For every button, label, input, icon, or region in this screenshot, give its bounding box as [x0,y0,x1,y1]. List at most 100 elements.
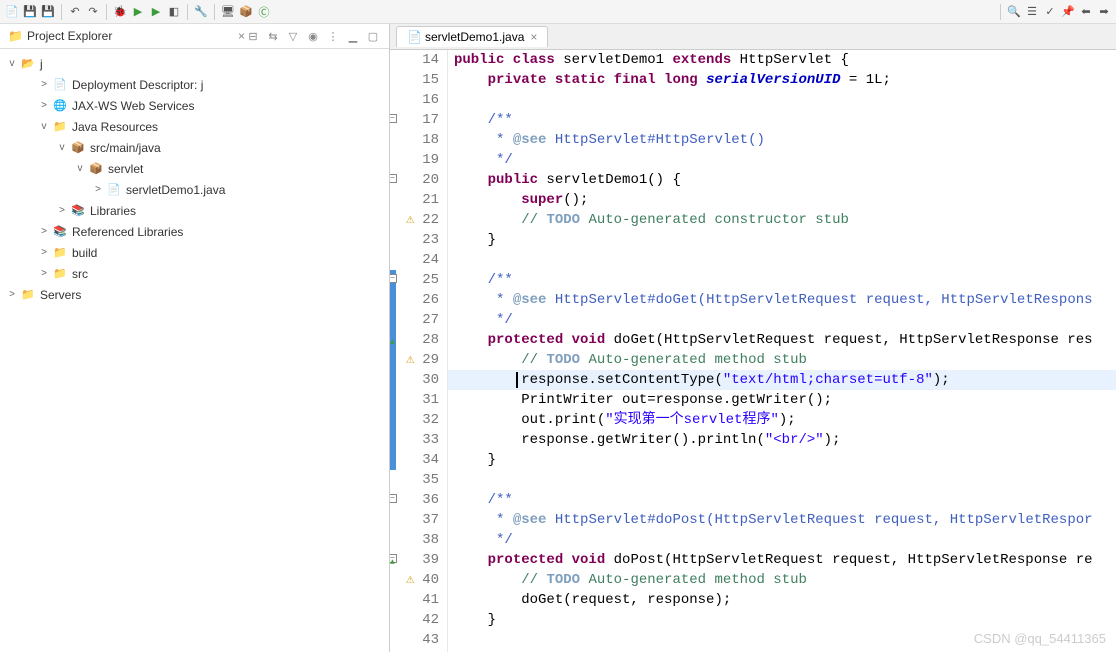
save-icon[interactable]: 💾 [22,4,38,20]
project-tree[interactable]: v 📂 j >📄Deployment Descriptor: j>🌐JAX-WS… [0,49,389,652]
twisty-icon[interactable]: > [36,100,52,111]
code-line[interactable]: super(); [448,190,1116,210]
redo-icon[interactable]: ↷ [85,4,101,20]
code-line[interactable]: */ [448,310,1116,330]
node-icon: 📄 [106,182,122,198]
package-icon[interactable]: 📦 [238,4,254,20]
code-line[interactable] [448,250,1116,270]
tree-project-root[interactable]: v 📂 j [0,53,389,74]
twisty-icon[interactable]: > [36,247,52,258]
code-line[interactable]: /** [448,270,1116,290]
pin-icon[interactable]: 📌 [1060,4,1076,20]
project-icon: 📂 [20,56,36,72]
code-line[interactable]: // TODO Auto-generated constructor stub [448,210,1116,230]
twisty-icon[interactable]: > [54,205,70,216]
twisty-icon[interactable]: v [4,58,20,69]
editor-tab[interactable]: 📄 servletDemo1.java × [396,26,548,47]
code-line[interactable]: private static final long serialVersionU… [448,70,1116,90]
run-last-icon[interactable]: ▶ [148,4,164,20]
twisty-icon[interactable]: v [36,121,52,132]
tree-servers[interactable]: > 📁 Servers [0,284,389,305]
code-line[interactable]: out.print("实现第一个servlet程序"); [448,410,1116,430]
code-line[interactable]: doGet(request, response); [448,590,1116,610]
twisty-icon[interactable]: > [90,184,106,195]
save-all-icon[interactable]: 💾 [40,4,56,20]
tree-label: Servers [40,288,81,302]
twisty-icon[interactable]: > [36,268,52,279]
tree-label: Deployment Descriptor: j [72,78,203,92]
code-line[interactable]: protected void doGet(HttpServletRequest … [448,330,1116,350]
new-icon[interactable]: 📄 [4,4,20,20]
close-view-icon[interactable]: × [238,29,245,43]
collapse-all-icon[interactable]: ⊟ [245,28,261,44]
code-line[interactable]: public servletDemo1() { [448,170,1116,190]
code-line[interactable]: PrintWriter out=response.getWriter(); [448,390,1116,410]
search-icon[interactable]: 🔍 [1006,4,1022,20]
close-tab-icon[interactable]: × [530,30,537,44]
code-line[interactable]: } [448,610,1116,630]
twisty-icon[interactable]: > [36,79,52,90]
maximize-icon[interactable]: ▢ [365,28,381,44]
run-icon[interactable]: ▶ [130,4,146,20]
filter-icon[interactable]: ▽ [285,28,301,44]
twisty-icon[interactable]: > [36,226,52,237]
tree-item[interactable]: >📄 servletDemo1.java [0,179,389,200]
tree-label: Java Resources [72,120,158,134]
code-line[interactable]: // TODO Auto-generated method stub [448,570,1116,590]
code-line[interactable]: protected void doPost(HttpServletRequest… [448,550,1116,570]
servers-icon: 📁 [20,287,36,303]
tree-item[interactable]: v📦src/main/java [0,137,389,158]
ext-tools-icon[interactable]: 🔧 [193,4,209,20]
code-line[interactable]: public class servletDemo1 extends HttpSe… [448,50,1116,70]
tree-item[interactable]: >📚 Libraries [0,200,389,221]
code-line[interactable]: * @see HttpServlet#doGet(HttpServletRequ… [448,290,1116,310]
code-line[interactable]: } [448,230,1116,250]
project-explorer-view: 📁 Project Explorer × ⊟ ⇆ ▽ ◉ ⋮ ▁ ▢ v 📂 j [0,24,390,652]
tree-label: servletDemo1.java [126,183,225,197]
coverage-icon[interactable]: ◧ [166,4,182,20]
code-line[interactable]: * @see HttpServlet#doPost(HttpServletReq… [448,510,1116,530]
undo-icon[interactable]: ↶ [67,4,83,20]
tree-item[interactable]: >📚Referenced Libraries [0,221,389,242]
nav-fwd-icon[interactable]: ➡ [1096,4,1112,20]
code-line[interactable]: } [448,450,1116,470]
code-line[interactable]: response.setContentType("text/html;chars… [448,370,1116,390]
code-line[interactable]: response.getWriter().println("<br/>"); [448,430,1116,450]
code-line[interactable]: /** [448,110,1116,130]
code-line[interactable]: * @see HttpServlet#HttpServlet() [448,130,1116,150]
tree-item[interactable]: v📦servlet [0,158,389,179]
tree-item[interactable]: v📁 Java Resources [0,116,389,137]
code-line[interactable] [448,470,1116,490]
node-icon: 📁 [52,245,68,261]
code-editor[interactable]: −−−▲−−▲ 1415161718192021⚠22232425262728⚠… [390,50,1116,652]
nav-back-icon[interactable]: ⬅ [1078,4,1094,20]
code-line[interactable]: // TODO Auto-generated method stub [448,350,1116,370]
node-icon: 📚 [52,224,68,240]
tree-item[interactable]: >📄Deployment Descriptor: j [0,74,389,95]
code-line[interactable]: /** [448,490,1116,510]
outline-icon[interactable]: ☰ [1024,4,1040,20]
task-icon[interactable]: ✓ [1042,4,1058,20]
class-icon[interactable]: Ⓒ [256,4,272,20]
tree-item[interactable]: >📁 src [0,263,389,284]
tree-label: src [72,267,88,281]
tree-label: Libraries [90,204,136,218]
minimize-icon[interactable]: ▁ [345,28,361,44]
folder-icon: 📁 [8,29,23,43]
node-icon: 📚 [70,203,86,219]
tree-item[interactable]: >🌐JAX-WS Web Services [0,95,389,116]
twisty-icon[interactable]: v [54,142,70,153]
code-line[interactable]: */ [448,530,1116,550]
tree-item[interactable]: >📁build [0,242,389,263]
node-icon: 📁 [52,266,68,282]
link-editor-icon[interactable]: ⇆ [265,28,281,44]
view-menu-icon[interactable]: ⋮ [325,28,341,44]
new-server-icon[interactable]: 🖥 [220,4,236,20]
code-line[interactable]: */ [448,150,1116,170]
node-icon: 📁 [52,119,68,135]
focus-icon[interactable]: ◉ [305,28,321,44]
code-line[interactable] [448,90,1116,110]
twisty-icon[interactable]: v [72,163,88,174]
twisty-icon[interactable]: > [4,289,20,300]
debug-icon[interactable]: 🐞 [112,4,128,20]
